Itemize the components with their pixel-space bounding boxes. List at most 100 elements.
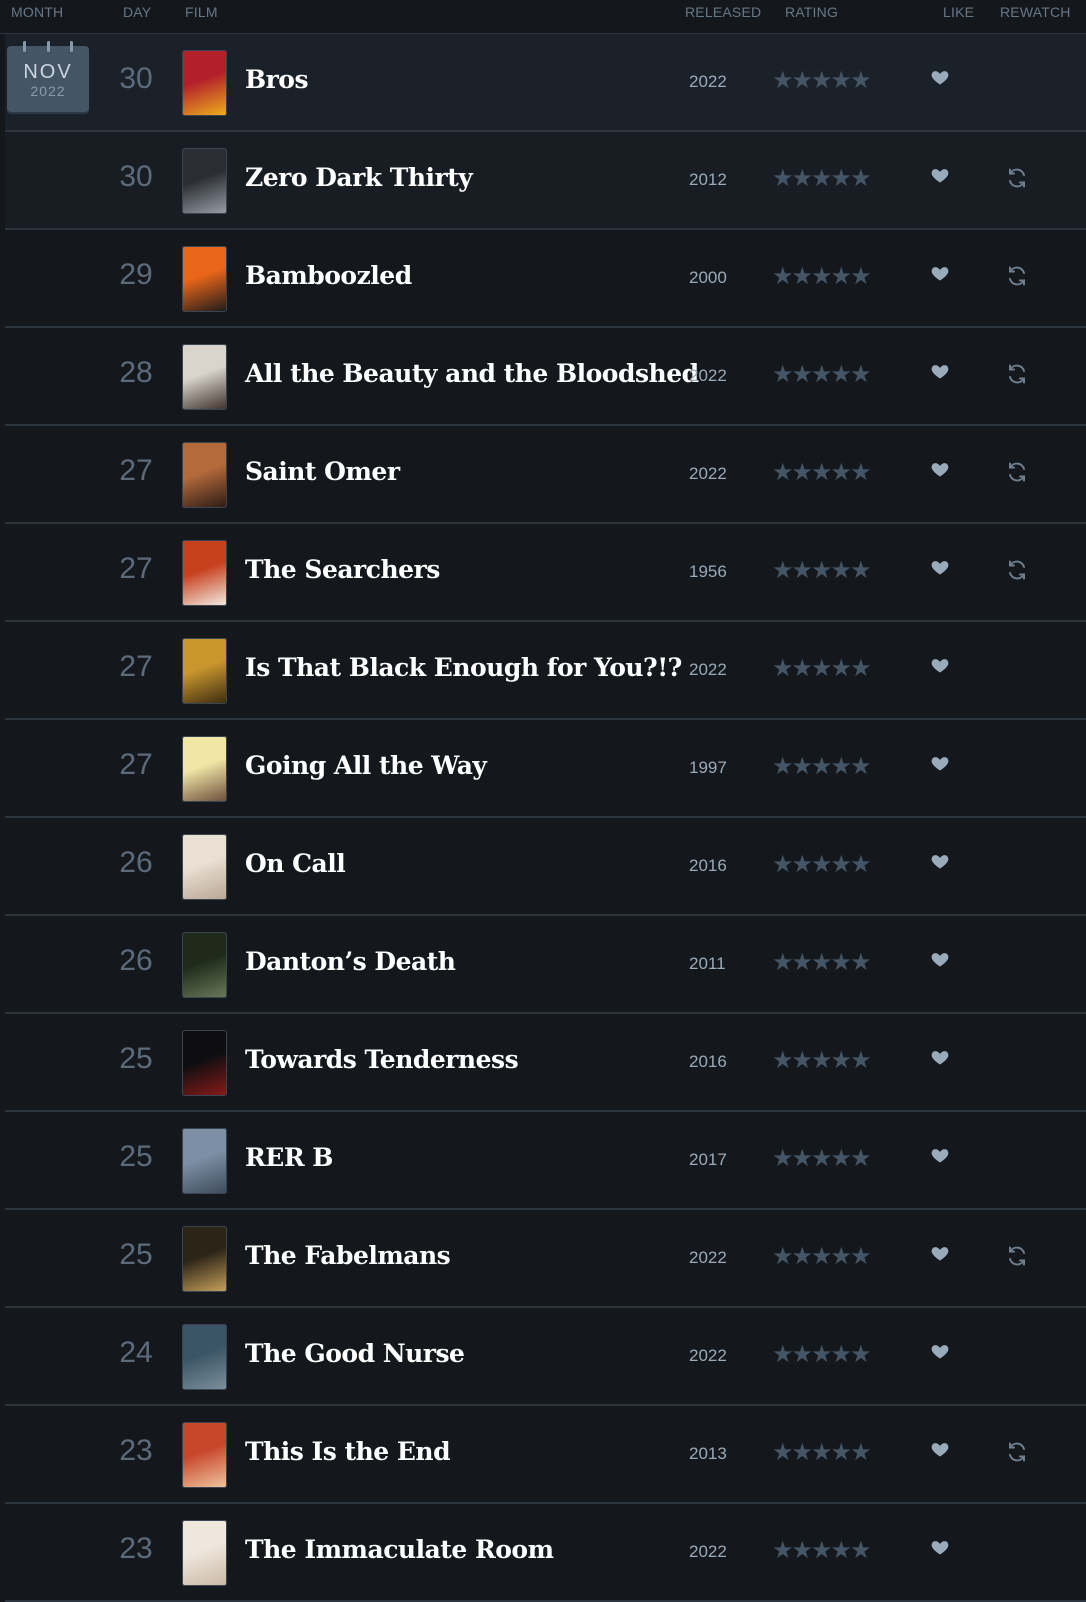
film-poster[interactable] <box>182 540 227 606</box>
film-title-link[interactable]: Towards Tenderness <box>245 1045 519 1074</box>
entry-day[interactable]: 23 <box>113 1532 159 1566</box>
heart-icon <box>930 1537 950 1557</box>
film-title-link[interactable]: The Immaculate Room <box>245 1535 554 1564</box>
film-title-link[interactable]: Danton’s Death <box>245 947 456 976</box>
rewatch-icon <box>1005 166 1029 190</box>
release-year[interactable]: 2016 <box>689 856 727 876</box>
rating-stars: ★★★★★ <box>772 361 872 388</box>
calendar-month-badge[interactable]: NOV 2022 <box>7 41 89 112</box>
entry-day[interactable]: 27 <box>113 650 159 684</box>
film-title-link[interactable]: Bamboozled <box>245 261 412 290</box>
film-poster[interactable] <box>182 1324 227 1390</box>
table-row[interactable]: 27 Is That Black Enough for You?!? 2022 ★★★… <box>5 622 1086 720</box>
table-row[interactable]: 27 Going All the Way 1997 ★★★★★ <box>5 720 1086 818</box>
table-row[interactable]: 27 The Searchers 1956 ★★★★★ <box>5 524 1086 622</box>
film-title-link[interactable]: This Is the End <box>245 1437 451 1466</box>
film-poster[interactable] <box>182 1226 227 1292</box>
release-year[interactable]: 2022 <box>689 1542 727 1562</box>
table-row[interactable]: 28 All the Beauty and the Bloodshed 2022 ★★… <box>5 328 1086 426</box>
entry-day[interactable]: 29 <box>113 258 159 292</box>
heart-icon <box>930 459 950 479</box>
release-year[interactable]: 2022 <box>689 1346 727 1366</box>
release-year[interactable]: 2016 <box>689 1052 727 1072</box>
entry-day[interactable]: 23 <box>113 1434 159 1468</box>
entry-day[interactable]: 30 <box>113 62 159 96</box>
calendar-ring-icon <box>23 41 26 52</box>
table-row[interactable]: 29 Bamboozled 2000 ★★★★★ <box>5 230 1086 328</box>
table-row[interactable]: NOV 2022 30 Bros 2022 ★★★★★ <box>5 34 1086 132</box>
table-row[interactable]: 27 Saint Omer 2022 ★★★★★ <box>5 426 1086 524</box>
release-year[interactable]: 2022 <box>689 1248 727 1268</box>
film-poster[interactable] <box>182 246 227 312</box>
film-poster[interactable] <box>182 442 227 508</box>
entry-day[interactable]: 25 <box>113 1238 159 1272</box>
film-title-link[interactable]: Going All the Way <box>245 751 487 780</box>
table-row[interactable]: 25 RER B 2017 ★★★★★ <box>5 1112 1086 1210</box>
entry-day[interactable]: 24 <box>113 1336 159 1370</box>
release-year[interactable]: 2017 <box>689 1150 727 1170</box>
film-poster[interactable] <box>182 932 227 998</box>
film-title-link[interactable]: Is That Black Enough for You?!? <box>245 653 682 682</box>
calendar-ring-icon <box>47 41 50 52</box>
table-row[interactable]: 23 This Is the End 2013 ★★★★★ <box>5 1406 1086 1504</box>
film-poster[interactable] <box>182 50 227 116</box>
release-year[interactable]: 2022 <box>689 72 727 92</box>
film-poster[interactable] <box>182 344 227 410</box>
film-title-link[interactable]: The Fabelmans <box>245 1241 451 1270</box>
entry-day[interactable]: 27 <box>113 454 159 488</box>
film-title-link[interactable]: The Searchers <box>245 555 440 584</box>
rating-stars: ★★★★★ <box>772 1341 872 1368</box>
heart-icon <box>930 1243 950 1263</box>
film-title-link[interactable]: Bros <box>245 65 309 94</box>
film-poster[interactable] <box>182 638 227 704</box>
release-year[interactable]: 1956 <box>689 562 727 582</box>
header-day: DAY <box>123 4 152 20</box>
header-like: LIKE <box>943 4 975 20</box>
diary-table: MONTH DAY FILM RELEASED RATING LIKE REWA… <box>0 0 1086 1602</box>
film-poster[interactable] <box>182 148 227 214</box>
header-month: MONTH <box>11 4 64 20</box>
film-poster[interactable] <box>182 1128 227 1194</box>
rating-stars: ★★★★★ <box>772 263 872 290</box>
calendar-ring-icon <box>70 41 73 52</box>
table-row[interactable]: 24 The Good Nurse 2022 ★★★★★ <box>5 1308 1086 1406</box>
film-poster[interactable] <box>182 1030 227 1096</box>
film-title-link[interactable]: Saint Omer <box>245 457 400 486</box>
entry-day[interactable]: 25 <box>113 1042 159 1076</box>
film-title-link[interactable]: RER B <box>245 1143 333 1172</box>
entry-day[interactable]: 27 <box>113 552 159 586</box>
release-year[interactable]: 1997 <box>689 758 727 778</box>
entry-day[interactable]: 26 <box>113 944 159 978</box>
film-poster[interactable] <box>182 1520 227 1586</box>
table-row[interactable]: 30 Zero Dark Thirty 2012 ★★★★★ <box>5 132 1086 230</box>
release-year[interactable]: 2011 <box>689 954 726 974</box>
entry-day[interactable]: 28 <box>113 356 159 390</box>
entry-day[interactable]: 26 <box>113 846 159 880</box>
film-title-link[interactable]: On Call <box>245 849 346 878</box>
film-title-link[interactable]: All the Beauty and the Bloodshed <box>245 359 699 388</box>
film-title-link[interactable]: Zero Dark Thirty <box>245 163 473 192</box>
table-row[interactable]: 23 The Immaculate Room 2022 ★★★★★ <box>5 1504 1086 1602</box>
entry-day[interactable]: 30 <box>113 160 159 194</box>
release-year[interactable]: 2000 <box>689 268 727 288</box>
entry-day[interactable]: 27 <box>113 748 159 782</box>
rating-stars: ★★★★★ <box>772 1537 872 1564</box>
table-row[interactable]: 26 On Call 2016 ★★★★★ <box>5 818 1086 916</box>
film-poster[interactable] <box>182 834 227 900</box>
release-year[interactable]: 2012 <box>689 170 727 190</box>
table-row[interactable]: 26 Danton’s Death 2011 ★★★★★ <box>5 916 1086 1014</box>
release-year[interactable]: 2022 <box>689 366 727 386</box>
film-poster[interactable] <box>182 1422 227 1488</box>
heart-icon <box>930 263 950 283</box>
release-year[interactable]: 2022 <box>689 660 727 680</box>
table-row[interactable]: 25 Towards Tenderness 2016 ★★★★★ <box>5 1014 1086 1112</box>
table-row[interactable]: 25 The Fabelmans 2022 ★★★★★ <box>5 1210 1086 1308</box>
entry-day[interactable]: 25 <box>113 1140 159 1174</box>
release-year[interactable]: 2022 <box>689 464 727 484</box>
rewatch-icon <box>1005 460 1029 484</box>
film-title-link[interactable]: The Good Nurse <box>245 1339 465 1368</box>
rewatch-icon <box>1005 558 1029 582</box>
release-year[interactable]: 2013 <box>689 1444 727 1464</box>
rating-stars: ★★★★★ <box>772 1439 872 1466</box>
film-poster[interactable] <box>182 736 227 802</box>
